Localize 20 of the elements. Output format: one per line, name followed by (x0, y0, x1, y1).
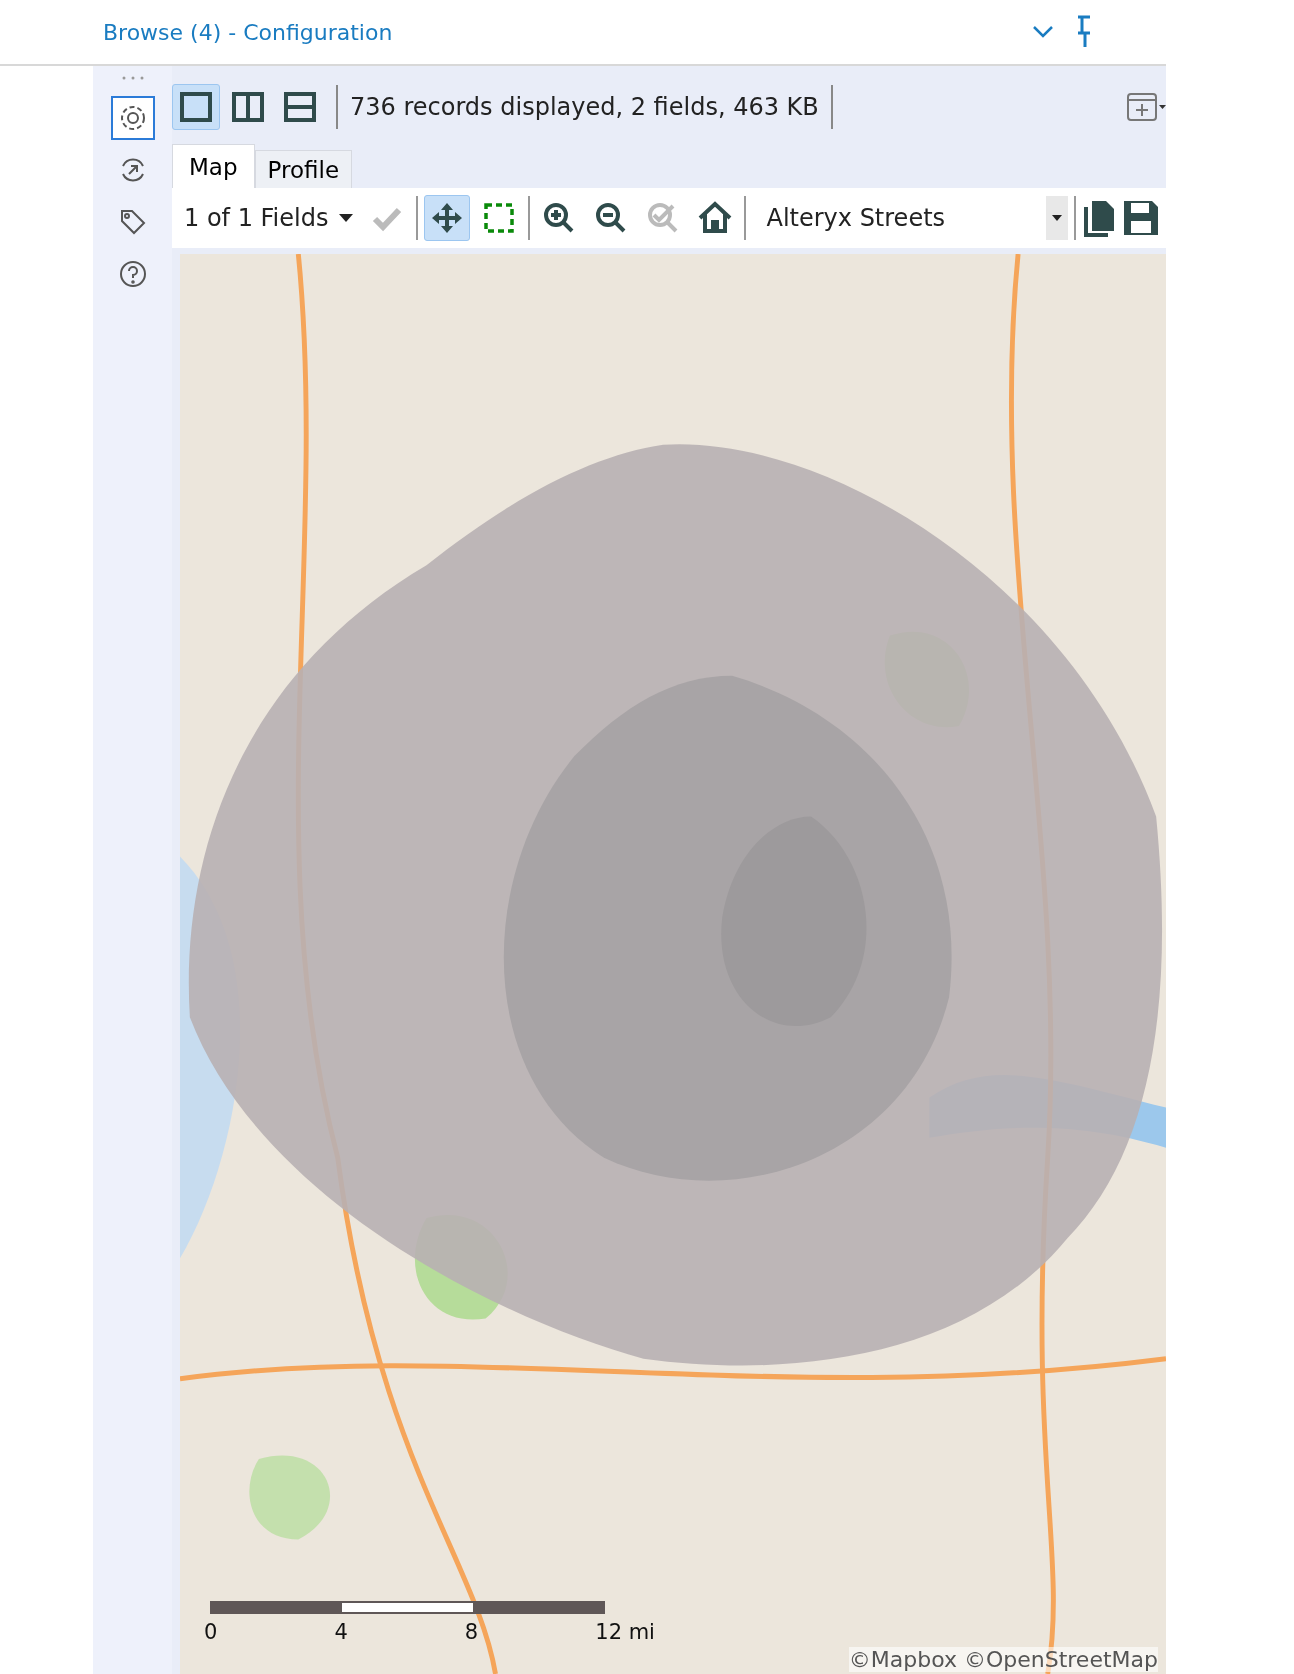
fields-dropdown[interactable]: 1 of 1 Fields (180, 204, 359, 232)
scale-label: 0 (204, 1620, 218, 1644)
scale-label: 8 (464, 1620, 479, 1644)
scale-label: 4 (334, 1620, 348, 1644)
pin-icon[interactable] (1076, 15, 1090, 49)
tab[interactable]: Profile (254, 150, 353, 188)
caret-icon (338, 213, 355, 223)
settings-button[interactable] (110, 96, 155, 140)
record-status: 736 records displayed, 2 fields, 463 KB (350, 93, 819, 121)
single-view-button[interactable] (172, 84, 220, 130)
scale-label: 12 mi (595, 1620, 655, 1644)
caret-icon (1052, 215, 1062, 221)
window-title: Browse (4) - Configuration (103, 19, 394, 45)
copy-icon[interactable] (1082, 199, 1116, 237)
pan-button[interactable] (424, 195, 471, 241)
add-panel-icon[interactable] (1126, 92, 1166, 122)
save-icon[interactable] (1122, 199, 1160, 237)
tab[interactable]: Map (172, 144, 255, 188)
map-attribution: ©Mapbox ©OpenStreetMap (848, 1647, 1158, 1672)
chevron-down-icon[interactable] (1032, 25, 1054, 39)
